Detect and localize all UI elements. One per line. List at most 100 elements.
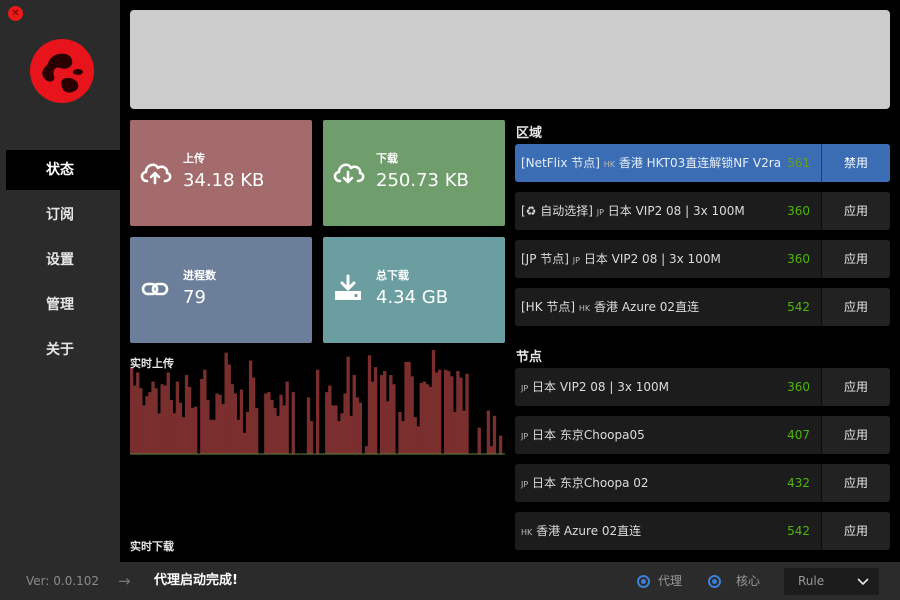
disable-button[interactable]: 禁用 bbox=[821, 144, 890, 182]
apply-button[interactable]: 应用 bbox=[821, 240, 890, 278]
upload-bar bbox=[181, 417, 186, 454]
upload-value: 34.18 KB bbox=[183, 170, 265, 191]
upload-bar bbox=[273, 407, 277, 454]
upload-bar bbox=[154, 388, 158, 454]
upload-bar bbox=[401, 421, 405, 454]
upload-bar bbox=[447, 371, 451, 454]
upload-bar bbox=[148, 392, 152, 454]
core-radio[interactable] bbox=[708, 575, 721, 588]
sidebar: ✕ 状态 订阅 设置 管理 关于 bbox=[0, 0, 120, 562]
upload-bar bbox=[386, 401, 390, 454]
upload-bar bbox=[346, 356, 350, 454]
realtime-upload-label: 实时上传 bbox=[130, 357, 174, 370]
realtime-download-label: 实时下载 bbox=[130, 540, 174, 553]
region-name: [HK 节点] HK 香港 Azure 02直连 bbox=[521, 300, 700, 314]
upload-bar bbox=[282, 405, 286, 454]
apply-button[interactable]: 应用 bbox=[821, 288, 890, 326]
upload-bar bbox=[221, 403, 225, 454]
upload-bar bbox=[224, 352, 228, 454]
upload-bar bbox=[331, 405, 335, 454]
upload-bar bbox=[453, 411, 457, 454]
upload-bar bbox=[328, 385, 332, 454]
upload-bar bbox=[230, 384, 234, 454]
upload-bar bbox=[413, 417, 417, 454]
apply-button[interactable]: 应用 bbox=[821, 192, 890, 230]
upload-bar bbox=[285, 381, 289, 454]
upload-bar bbox=[227, 364, 231, 454]
status-message: 代理启动完成! bbox=[154, 573, 238, 588]
realtime-traffic-graph bbox=[130, 350, 505, 455]
region-name: [♻ 自动选择] JP 日本 VIP2 08 | 3x 100M bbox=[521, 204, 745, 218]
node-name: HK 香港 Azure 02直连 bbox=[521, 524, 642, 538]
sidebar-nav: 状态 订阅 设置 管理 关于 bbox=[0, 150, 120, 375]
region-latency: 360 bbox=[787, 252, 810, 266]
upload-bar bbox=[355, 397, 359, 454]
apply-button[interactable]: 应用 bbox=[821, 512, 890, 550]
total-download-label: 总下载 bbox=[376, 269, 409, 282]
processes-card: 进程数 79 bbox=[130, 237, 312, 343]
upload-bar bbox=[425, 384, 430, 454]
upload-bar bbox=[139, 388, 143, 454]
upload-bar bbox=[239, 389, 244, 454]
upload-bar bbox=[264, 393, 268, 454]
arrow-right-icon: → bbox=[118, 572, 131, 590]
upload-bar bbox=[130, 367, 134, 454]
apply-button[interactable]: 应用 bbox=[821, 416, 890, 454]
core-radio-label: 核心 bbox=[736, 574, 761, 588]
apply-button[interactable]: 应用 bbox=[821, 464, 890, 502]
sidebar-item-about[interactable]: 关于 bbox=[0, 330, 120, 370]
upload-bar bbox=[279, 394, 283, 454]
upload-bar bbox=[462, 410, 466, 454]
region-latency: 360 bbox=[787, 204, 810, 218]
upload-bar bbox=[242, 432, 247, 454]
node-latency: 360 bbox=[787, 380, 810, 394]
upload-bar bbox=[206, 400, 210, 454]
upload-bar bbox=[309, 421, 314, 454]
upload-bar bbox=[459, 377, 463, 454]
upload-bar bbox=[489, 446, 494, 454]
node-name: JP 日本 东京Choopa05 bbox=[521, 428, 645, 442]
close-button[interactable]: ✕ bbox=[8, 6, 23, 21]
sidebar-item-subscribe[interactable]: 订阅 bbox=[0, 195, 120, 235]
upload-bar bbox=[160, 384, 164, 454]
node-row[interactable]: JP 日本 东京Choopa05 407 应用 bbox=[515, 416, 890, 454]
mode-select-value: Rule bbox=[798, 574, 825, 588]
upload-bar bbox=[169, 400, 173, 454]
node-latency: 407 bbox=[787, 428, 810, 442]
sidebar-item-manage[interactable]: 管理 bbox=[0, 285, 120, 325]
cloud-upload-icon bbox=[140, 163, 172, 185]
upload-bar bbox=[477, 427, 481, 454]
processes-value: 79 bbox=[183, 287, 206, 308]
upload-bar bbox=[334, 405, 338, 454]
upload-bar bbox=[251, 377, 256, 454]
proxy-radio[interactable] bbox=[637, 575, 650, 588]
mode-select[interactable]: Rule bbox=[784, 568, 879, 595]
upload-bar bbox=[142, 405, 146, 454]
sidebar-item-status[interactable]: 状态 bbox=[6, 150, 120, 190]
region-row[interactable]: [NetFlix 节点] HK 香港 HKT03直连解锁NF V2ray 561… bbox=[515, 144, 890, 182]
upload-bar bbox=[163, 385, 167, 454]
upload-bar bbox=[218, 394, 222, 454]
region-row[interactable]: [HK 节点] HK 香港 Azure 02直连 542 应用 bbox=[515, 288, 890, 326]
upload-bar bbox=[398, 411, 402, 454]
upload-bar bbox=[431, 350, 436, 454]
upload-bar bbox=[187, 386, 192, 454]
upload-bar bbox=[419, 382, 423, 454]
status-bar: Ver: 0.0.102 → 代理启动完成! 代理 核心 Rule bbox=[0, 562, 900, 600]
node-row[interactable]: JP 日本 VIP2 08 | 3x 100M 360 应用 bbox=[515, 368, 890, 406]
download-card: 下载 250.73 KB bbox=[323, 120, 505, 226]
upload-bar bbox=[276, 415, 280, 454]
upload-bar bbox=[407, 361, 411, 454]
processes-label: 进程数 bbox=[183, 269, 216, 282]
apply-button[interactable]: 应用 bbox=[821, 368, 890, 406]
node-latency: 542 bbox=[787, 524, 810, 538]
node-row[interactable]: HK 香港 Azure 02直连 542 应用 bbox=[515, 512, 890, 550]
node-row[interactable]: JP 日本 东京Choopa 02 432 应用 bbox=[515, 464, 890, 502]
region-row[interactable]: [JP 节点] JP 日本 VIP2 08 | 3x 100M 360 应用 bbox=[515, 240, 890, 278]
upload-bar bbox=[416, 426, 420, 454]
upload-bar bbox=[157, 413, 161, 454]
upload-bar bbox=[389, 375, 393, 454]
sidebar-item-settings[interactable]: 设置 bbox=[0, 240, 120, 280]
upload-bar bbox=[270, 400, 274, 454]
region-row[interactable]: [♻ 自动选择] JP 日本 VIP2 08 | 3x 100M 360 应用 bbox=[515, 192, 890, 230]
